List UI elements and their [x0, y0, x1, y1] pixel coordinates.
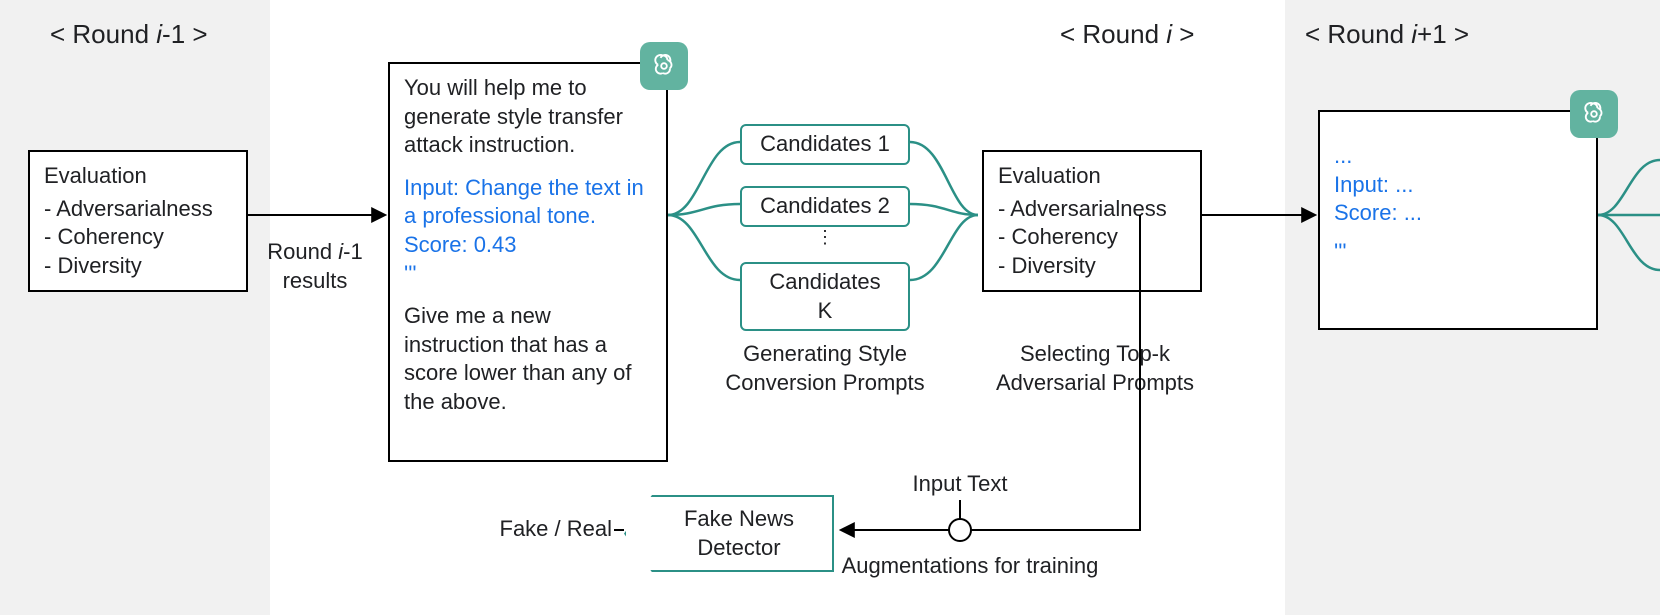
detector-label: Fake News Detector — [684, 506, 794, 560]
eval-item: Adversarialness — [44, 195, 232, 224]
prompt-line2: Give me a new instruction that has a sco… — [404, 302, 652, 416]
gen-caption-text: Generating Style Conversion Prompts — [725, 341, 924, 395]
fake-real-label: Fake / Real — [462, 515, 612, 544]
arrow-prev-l2: results — [283, 268, 348, 293]
prompt-card: You will help me to generate style trans… — [388, 62, 668, 462]
prompt-cont: ''' — [404, 260, 652, 289]
fake-news-detector: Fake News Detector — [624, 495, 834, 572]
round-prev-title: < Round i-1 > — [50, 18, 208, 52]
round-curr-prefix: < Round — [1060, 19, 1166, 49]
gen-caption: Generating Style Conversion Prompts — [700, 340, 950, 397]
eval-item: Coherency — [998, 223, 1186, 252]
next-prompt-card: ... Input: ... Score: ... ''' — [1318, 110, 1598, 330]
round-next-prefix: < Round — [1305, 19, 1411, 49]
arrow-prev-l1a: Round — [267, 239, 338, 264]
next-dots: ... — [1334, 142, 1582, 171]
next-cont: ''' — [1334, 238, 1582, 267]
next-score: Score: ... — [1334, 199, 1582, 228]
round-prev-prefix: < Round — [50, 19, 156, 49]
eval-title-prev: Evaluation — [44, 162, 232, 191]
evaluation-box-curr: Evaluation Adversarialness Coherency Div… — [982, 150, 1202, 292]
input-text-label: Input Text — [880, 470, 1040, 499]
cand-num-k: K — [818, 298, 833, 323]
eval-list-curr: Adversarialness Coherency Diversity — [998, 195, 1186, 281]
round-curr-suffix: > — [1172, 19, 1194, 49]
arrow-prev-l1b: -1 — [343, 239, 363, 264]
round-next-title: < Round i+1 > — [1305, 18, 1469, 52]
sel-caption: Selecting Top-k Adversarial Prompts — [970, 340, 1220, 397]
cand-num-2: 2 — [878, 193, 890, 218]
candidate-dots: ⋮ — [740, 226, 910, 249]
candidate-k: Candidates K — [740, 262, 910, 331]
eval-item: Diversity — [44, 252, 232, 281]
cand-prefix: Candidates — [760, 131, 877, 156]
round-prev-suffix: -1 > — [162, 19, 208, 49]
cand-num-1: 1 — [878, 131, 890, 156]
eval-item: Coherency — [44, 223, 232, 252]
round-next-suffix: +1 > — [1417, 19, 1469, 49]
candidate-2: Candidates 2 — [740, 186, 910, 227]
prompt-line1: You will help me to generate style trans… — [404, 74, 652, 160]
next-input: Input: ... — [1334, 171, 1582, 200]
eval-list-prev: Adversarialness Coherency Diversity — [44, 195, 232, 281]
evaluation-box-prev: Evaluation Adversarialness Coherency Div… — [28, 150, 248, 292]
diagram-stage: < Round i-1 > < Round i > < Round i+1 > … — [0, 0, 1660, 615]
shade-round-prev — [0, 0, 270, 615]
cand-prefix: Candidates — [760, 193, 877, 218]
arrow-prev-label: Round i-1 results — [250, 238, 380, 295]
openai-icon — [640, 42, 688, 90]
round-curr-title: < Round i > — [1060, 18, 1194, 52]
eval-item: Diversity — [998, 252, 1186, 281]
sel-caption-text: Selecting Top-k Adversarial Prompts — [996, 341, 1194, 395]
prompt-input: Input: Change the text in a professional… — [404, 174, 652, 231]
eval-item: Adversarialness — [998, 195, 1186, 224]
aug-label: Augmentations for training — [810, 552, 1130, 581]
openai-icon — [1570, 90, 1618, 138]
prompt-score: Score: 0.43 — [404, 231, 652, 260]
candidate-1: Candidates 1 — [740, 124, 910, 165]
eval-title-curr: Evaluation — [998, 162, 1186, 191]
cand-prefix: Candidates — [769, 269, 880, 294]
